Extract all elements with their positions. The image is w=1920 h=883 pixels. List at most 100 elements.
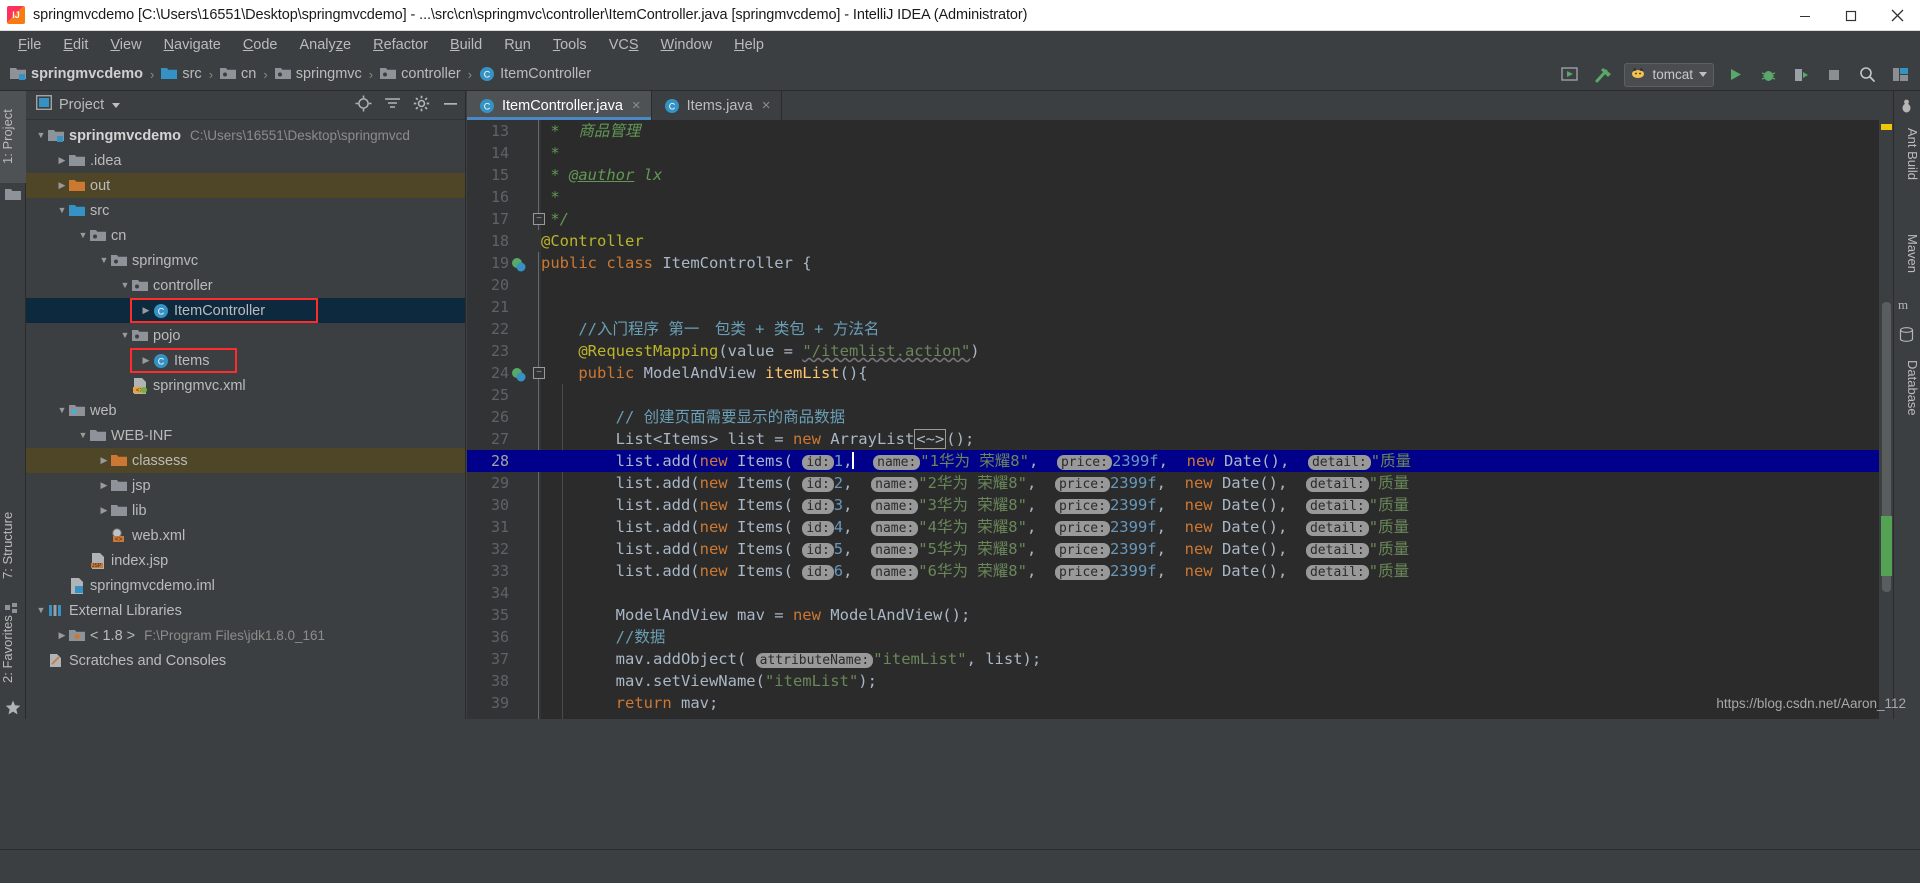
code-line-15[interactable]: 15 * @author lx <box>467 164 1893 186</box>
locate-target-icon[interactable] <box>355 95 372 117</box>
code-line-36[interactable]: 36 //数据 <box>467 626 1893 648</box>
breadcrumb-item-src[interactable]: src <box>161 66 202 82</box>
tree-item--idea[interactable]: ▶ .idea <box>26 148 465 173</box>
maximize-button[interactable] <box>1828 0 1874 31</box>
build-hammer-icon[interactable] <box>1591 63 1615 87</box>
tree-item-cn[interactable]: ▼ cn <box>26 223 465 248</box>
line-number[interactable]: 39 <box>467 692 509 714</box>
settings-gear-icon[interactable] <box>413 95 430 117</box>
line-number[interactable]: 31 <box>467 516 509 538</box>
line-number[interactable]: 14 <box>467 142 509 164</box>
code-line-28[interactable]: 28 list.add(new Items( id: 1, name: "1华为 荣… <box>467 450 1893 472</box>
hide-panel-icon[interactable] <box>442 96 459 116</box>
menu-item-file[interactable]: File <box>7 35 52 55</box>
menu-item-code[interactable]: Code <box>232 35 289 55</box>
line-number[interactable]: 16 <box>467 186 509 208</box>
chevron-down-icon[interactable]: ▼ <box>34 131 48 140</box>
chevron-right-icon[interactable]: ▶ <box>97 481 111 490</box>
menu-item-build[interactable]: Build <box>439 35 493 55</box>
line-number[interactable]: 19 <box>467 252 509 274</box>
code-line-23[interactable]: 23 @RequestMapping(value = "/itemlist.ac… <box>467 340 1893 362</box>
line-number[interactable]: 36 <box>467 626 509 648</box>
run-coverage-icon[interactable] <box>1789 63 1813 87</box>
tree-item-jsp[interactable]: ▶ jsp <box>26 473 465 498</box>
code-line-30[interactable]: 30 list.add(new Items( id: 3, name: "3华为 荣… <box>467 494 1893 516</box>
line-number[interactable]: 17 <box>467 208 509 230</box>
debug-icon[interactable] <box>1756 63 1780 87</box>
tree-item-springmvc-xml[interactable]: <> springmvc.xml <box>26 373 465 398</box>
line-number[interactable]: 32 <box>467 538 509 560</box>
chevron-down-icon[interactable]: ▼ <box>34 606 48 615</box>
menu-item-run[interactable]: Run <box>493 35 542 55</box>
tree-item-controller[interactable]: ▼ controller <box>26 273 465 298</box>
breadcrumb-item-itemcontroller[interactable]: C ItemController <box>479 66 591 82</box>
code-line-32[interactable]: 32 list.add(new Items( id: 5, name: "5华为 荣… <box>467 538 1893 560</box>
line-number[interactable]: 26 <box>467 406 509 428</box>
layout-icon[interactable] <box>1888 63 1912 87</box>
code-line-21[interactable]: 21 <box>467 296 1893 318</box>
chevron-right-icon[interactable]: ▶ <box>139 356 153 365</box>
line-number[interactable]: 25 <box>467 384 509 406</box>
line-number[interactable]: 29 <box>467 472 509 494</box>
breadcrumb-item-cn[interactable]: cn <box>220 66 256 82</box>
tree-item-index-jsp[interactable]: JSP index.jsp <box>26 548 465 573</box>
line-number[interactable]: 34 <box>467 582 509 604</box>
tree-item-lib[interactable]: ▶ lib <box>26 498 465 523</box>
line-number[interactable]: 35 <box>467 604 509 626</box>
code-line-27[interactable]: 27 List<Items> list = new ArrayList <~>()… <box>467 428 1893 450</box>
code-line-29[interactable]: 29 list.add(new Items( id: 2, name: "2华为 荣… <box>467 472 1893 494</box>
minimize-button[interactable] <box>1782 0 1828 31</box>
chevron-down-icon[interactable]: ▼ <box>76 431 90 440</box>
code-line-26[interactable]: 26 // 创建页面需要显示的商品数据 <box>467 406 1893 428</box>
close-icon[interactable]: × <box>762 97 771 114</box>
tree-item-src[interactable]: ▼ src <box>26 198 465 223</box>
chevron-down-icon[interactable]: ▼ <box>76 231 90 240</box>
search-everywhere-icon[interactable] <box>1855 63 1879 87</box>
run-configuration-selector[interactable]: tomcat <box>1624 62 1714 87</box>
line-number[interactable]: 13 <box>467 120 509 142</box>
code-line-14[interactable]: 14 * <box>467 142 1893 164</box>
line-number[interactable]: 24 <box>467 362 509 384</box>
chevron-right-icon[interactable]: ▶ <box>139 306 153 315</box>
chevron-down-icon[interactable] <box>112 102 121 108</box>
template-placeholder[interactable]: <~> <box>914 429 947 449</box>
tree-item-web[interactable]: ▼ web <box>26 398 465 423</box>
code-line-17[interactable]: 17 */ <box>467 208 1893 230</box>
code-line-18[interactable]: 18 @Controller <box>467 230 1893 252</box>
menu-item-analyze[interactable]: Analyze <box>289 35 363 55</box>
sidebar-tab-project[interactable]: 1: Project <box>0 91 26 183</box>
code-line-25[interactable]: 25 <box>467 384 1893 406</box>
menu-item-vcs[interactable]: VCS <box>598 35 650 55</box>
line-number[interactable]: 37 <box>467 648 509 670</box>
tree-item--1-8-[interactable]: ▶ < 1.8 > F:\Program Files\jdk1.8.0_161 <box>26 623 465 648</box>
warning-marker[interactable] <box>1881 124 1892 130</box>
chevron-right-icon[interactable]: ▶ <box>55 156 69 165</box>
line-number[interactable]: 28 <box>467 450 509 472</box>
chevron-right-icon[interactable]: ▶ <box>97 506 111 515</box>
code-line-20[interactable]: 20 <box>467 274 1893 296</box>
chevron-right-icon[interactable]: ▶ <box>55 631 69 640</box>
code-line-37[interactable]: 37 mav.addObject( attributeName: "itemLis… <box>467 648 1893 670</box>
stop-icon[interactable] <box>1822 63 1846 87</box>
right-tab-database[interactable]: Database <box>1893 347 1920 429</box>
tree-item-items[interactable]: ▶ C Items <box>26 348 465 373</box>
breadcrumb-item-springmvc[interactable]: springmvc <box>274 66 362 82</box>
tree-item-springmvcdemo[interactable]: ▼ springmvcdemo C:\Users\16551\Desktop\spr… <box>26 123 465 148</box>
tree-item-springmvcdemo-iml[interactable]: springmvcdemo.iml <box>26 573 465 598</box>
tree-item-external-libraries[interactable]: ▼ External Libraries <box>26 598 465 623</box>
line-number[interactable]: 23 <box>467 340 509 362</box>
tree-item-classess[interactable]: ▶ classess <box>26 448 465 473</box>
chevron-down-icon[interactable]: ▼ <box>55 406 69 415</box>
code-line-34[interactable]: 34 <box>467 582 1893 604</box>
tree-item-scratches-and-consoles[interactable]: Scratches and Consoles <box>26 648 465 673</box>
breadcrumb-item-controller[interactable]: controller <box>380 66 461 82</box>
tree-item-web-xml[interactable]: <> web.xml <box>26 523 465 548</box>
editor-marker-bar[interactable] <box>1879 120 1893 719</box>
code-line-38[interactable]: 38 mav.setViewName("itemList"); <box>467 670 1893 692</box>
chevron-down-icon[interactable]: ▼ <box>118 331 132 340</box>
code-line-24[interactable]: 24 public ModelAndView itemList(){ <box>467 362 1893 384</box>
close-button[interactable] <box>1874 0 1920 31</box>
sidebar-tab-structure[interactable]: 7: Structure <box>0 489 26 601</box>
menu-item-view[interactable]: View <box>99 35 152 55</box>
line-number[interactable]: 33 <box>467 560 509 582</box>
